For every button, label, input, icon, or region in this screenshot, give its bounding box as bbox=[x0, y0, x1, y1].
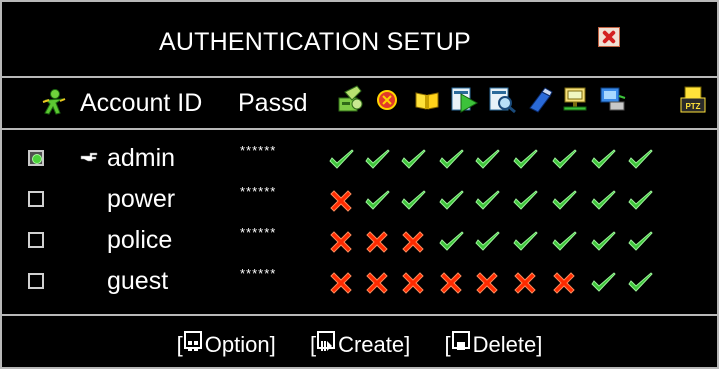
permission-allowed-check-icon[interactable] bbox=[589, 187, 617, 215]
permission-allowed-check-icon[interactable] bbox=[626, 187, 654, 215]
permission-allowed-check-icon[interactable] bbox=[626, 269, 654, 297]
permission-denied-cross-icon[interactable] bbox=[473, 269, 501, 297]
permission-denied-cross-icon[interactable] bbox=[399, 228, 427, 256]
permission-allowed-check-icon[interactable] bbox=[511, 228, 539, 256]
permission-denied-cross-icon[interactable] bbox=[327, 269, 355, 297]
account-row[interactable]: power ****** bbox=[2, 182, 717, 222]
permission-allowed-check-icon[interactable] bbox=[626, 146, 654, 174]
permission-allowed-check-icon[interactable] bbox=[511, 187, 539, 215]
title-bar: AUTHENTICATION SETUP bbox=[2, 2, 717, 76]
account-name: police bbox=[107, 226, 173, 254]
column-header-row: Account ID Passd PTZ bbox=[2, 78, 717, 128]
ptz-icon: PTZ bbox=[680, 86, 706, 113]
account-password: ****** bbox=[240, 225, 277, 240]
permission-allowed-check-icon[interactable] bbox=[511, 146, 539, 174]
delete-key[interactable]: [Delete] bbox=[445, 331, 542, 358]
close-icon[interactable] bbox=[598, 27, 620, 47]
account-row[interactable]: admin ****** bbox=[2, 141, 717, 181]
permission-denied-cross-icon[interactable] bbox=[363, 269, 391, 297]
account-password: ****** bbox=[240, 184, 277, 199]
permission-denied-cross-icon[interactable] bbox=[327, 187, 355, 215]
permission-allowed-check-icon[interactable] bbox=[399, 187, 427, 215]
create-label: Create bbox=[338, 332, 405, 357]
permission-allowed-check-icon[interactable] bbox=[589, 146, 617, 174]
permission-denied-cross-icon[interactable] bbox=[437, 269, 465, 297]
remote-icon bbox=[600, 87, 626, 111]
permission-allowed-check-icon[interactable] bbox=[437, 228, 465, 256]
account-checkbox[interactable] bbox=[28, 232, 44, 248]
account-id-header: Account ID bbox=[80, 89, 203, 117]
account-password: ****** bbox=[240, 143, 277, 158]
permission-allowed-check-icon[interactable] bbox=[399, 146, 427, 174]
account-row[interactable]: guest ****** bbox=[2, 264, 717, 304]
account-name: admin bbox=[107, 144, 176, 172]
permission-allowed-check-icon[interactable] bbox=[626, 228, 654, 256]
account-selected-checkbox[interactable] bbox=[28, 150, 44, 166]
create-key-icon bbox=[317, 331, 336, 351]
permission-allowed-check-icon[interactable] bbox=[327, 146, 355, 174]
permission-allowed-check-icon[interactable] bbox=[473, 228, 501, 256]
permission-allowed-check-icon[interactable] bbox=[437, 146, 465, 174]
divider bbox=[2, 128, 717, 130]
permission-denied-cross-icon[interactable] bbox=[399, 269, 427, 297]
divider bbox=[2, 314, 717, 316]
account-name: power bbox=[107, 185, 176, 213]
permission-allowed-check-icon[interactable] bbox=[589, 228, 617, 256]
footer: [Option] [Create] [Delete] bbox=[2, 318, 717, 369]
permission-denied-cross-icon[interactable] bbox=[363, 228, 391, 256]
create-key[interactable]: [Create] bbox=[310, 331, 410, 358]
account-name: guest bbox=[107, 267, 169, 295]
account-password: ****** bbox=[240, 266, 277, 281]
permission-denied-cross-icon[interactable] bbox=[511, 269, 539, 297]
account-checkbox[interactable] bbox=[28, 191, 44, 207]
permission-allowed-check-icon[interactable] bbox=[437, 187, 465, 215]
permission-allowed-check-icon[interactable] bbox=[550, 187, 578, 215]
account-row[interactable]: police ****** bbox=[2, 223, 717, 263]
delete-key-icon bbox=[451, 331, 470, 350]
permission-allowed-check-icon[interactable] bbox=[473, 146, 501, 174]
permission-allowed-check-icon[interactable] bbox=[473, 187, 501, 215]
search-icon bbox=[415, 92, 439, 110]
permission-allowed-check-icon[interactable] bbox=[363, 187, 391, 215]
dialog-title: AUTHENTICATION SETUP bbox=[159, 28, 471, 56]
delete-label: Delete bbox=[472, 332, 537, 357]
permission-allowed-check-icon[interactable] bbox=[550, 228, 578, 256]
settings-icon bbox=[338, 85, 363, 112]
permission-denied-cross-icon[interactable] bbox=[327, 228, 355, 256]
network-icon bbox=[563, 87, 587, 111]
permission-allowed-check-icon[interactable] bbox=[550, 146, 578, 174]
svg-text:PTZ: PTZ bbox=[685, 102, 700, 111]
user-icon bbox=[42, 89, 66, 115]
option-key[interactable]: [Option] bbox=[177, 331, 276, 358]
backup-icon bbox=[529, 87, 553, 113]
footer-keys: [Option] [Create] [Delete] bbox=[2, 331, 717, 358]
permission-allowed-check-icon[interactable] bbox=[363, 146, 391, 174]
permission-allowed-check-icon[interactable] bbox=[589, 269, 617, 297]
authentication-setup-dialog: AUTHENTICATION SETUP Account ID Passd PT… bbox=[0, 0, 719, 369]
password-header: Passd bbox=[238, 89, 308, 117]
playback-icon bbox=[451, 87, 479, 113]
option-key-icon bbox=[183, 331, 202, 351]
pointer-icon bbox=[80, 150, 98, 164]
option-label: Option bbox=[204, 332, 270, 357]
record-icon bbox=[377, 90, 397, 110]
permission-denied-cross-icon[interactable] bbox=[550, 269, 578, 297]
view-icon bbox=[489, 87, 516, 114]
account-checkbox[interactable] bbox=[28, 273, 44, 289]
